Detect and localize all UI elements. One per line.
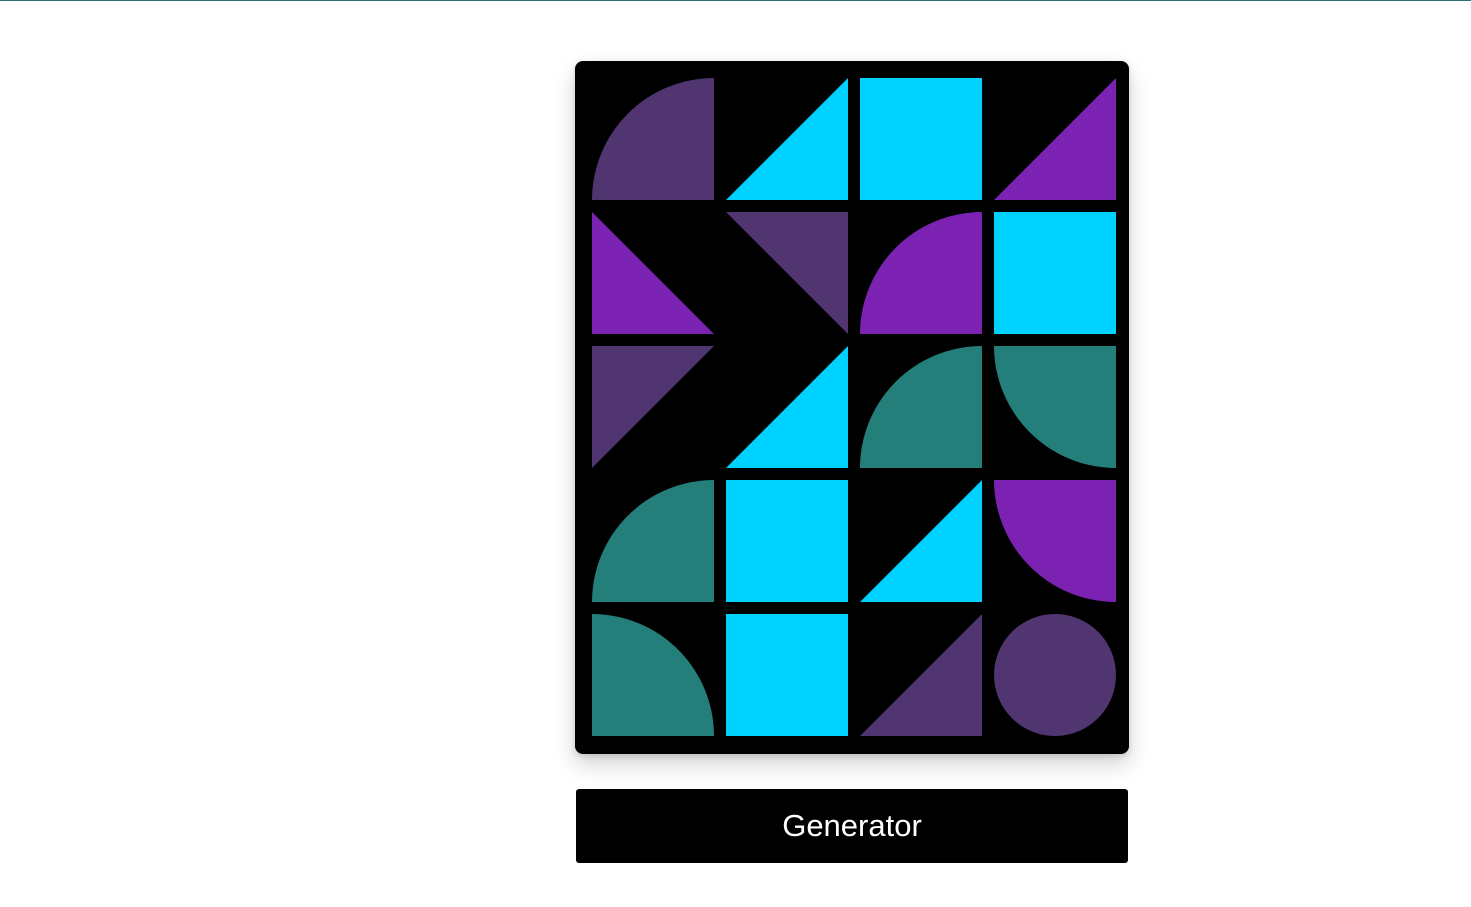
pattern-tile-triangle-top-left <box>592 346 714 468</box>
triangle-bottom-right-shape <box>994 78 1116 200</box>
triangle-bottom-right-shape <box>726 346 848 468</box>
pattern-tile-square <box>726 614 848 736</box>
square-shape <box>726 480 848 602</box>
square-shape <box>726 614 848 736</box>
square-shape <box>994 212 1116 334</box>
pattern-tile-triangle-bottom-right <box>726 346 848 468</box>
pattern-tile-quarter-circle-top-right <box>994 480 1116 602</box>
pattern-tile-triangle-bottom-right <box>860 614 982 736</box>
cyan-square <box>726 480 848 602</box>
pattern-tile-quarter-circle-bottom-right <box>860 346 982 468</box>
pattern-tile-quarter-circle-bottom-left <box>592 614 714 736</box>
pattern-tile-square <box>726 480 848 602</box>
quarter-circle-top-right-shape <box>994 480 1116 602</box>
cyan-triangle-bottom-right <box>726 346 848 468</box>
circle-shape <box>994 614 1116 736</box>
purple-triangle-bottom-left <box>592 212 714 334</box>
pattern-tile-quarter-circle-bottom-right <box>592 480 714 602</box>
plum-quarter-circle-bottom-right <box>592 78 714 200</box>
teal-quarter-circle-bottom-right <box>860 346 982 468</box>
triangle-bottom-right-shape <box>860 614 982 736</box>
pattern-tile-triangle-bottom-right <box>860 480 982 602</box>
triangle-bottom-right-shape <box>860 480 982 602</box>
pattern-tile-triangle-bottom-left <box>592 212 714 334</box>
cyan-square <box>726 614 848 736</box>
cyan-square <box>860 78 982 200</box>
generator-button[interactable]: Generator <box>576 789 1128 863</box>
purple-quarter-circle-bottom-right <box>860 212 982 334</box>
pattern-tile-quarter-circle-bottom-right <box>592 78 714 200</box>
purple-triangle-bottom-right <box>994 78 1116 200</box>
quarter-circle-top-right-shape <box>994 346 1116 468</box>
pattern-tile-triangle-bottom-right <box>726 78 848 200</box>
pattern-tile-quarter-circle-top-right <box>994 346 1116 468</box>
pattern-tile-quarter-circle-bottom-right <box>860 212 982 334</box>
cyan-square <box>994 212 1116 334</box>
quarter-circle-bottom-right-shape <box>860 212 982 334</box>
quarter-circle-bottom-left-shape <box>592 614 714 736</box>
quarter-circle-bottom-right-shape <box>860 346 982 468</box>
pattern-tile-square <box>994 212 1116 334</box>
pattern-board <box>575 61 1129 754</box>
top-border-line <box>0 0 1471 1</box>
purple-quarter-circle-top-right <box>994 480 1116 602</box>
triangle-top-right-shape <box>726 212 848 334</box>
quarter-circle-bottom-right-shape <box>592 78 714 200</box>
pattern-tile-triangle-bottom-right <box>994 78 1116 200</box>
square-shape <box>860 78 982 200</box>
plum-triangle-top-right <box>726 212 848 334</box>
pattern-tile-square <box>860 78 982 200</box>
plum-triangle-bottom-right <box>860 614 982 736</box>
cyan-triangle-bottom-right <box>860 480 982 602</box>
teal-quarter-circle-bottom-left <box>592 614 714 736</box>
teal-quarter-circle-bottom-right <box>592 480 714 602</box>
pattern-tile-circle <box>994 614 1116 736</box>
triangle-bottom-right-shape <box>726 78 848 200</box>
quarter-circle-bottom-right-shape <box>592 480 714 602</box>
cyan-triangle-bottom-right <box>726 78 848 200</box>
pattern-tile-triangle-top-right <box>726 212 848 334</box>
teal-quarter-circle-top-right <box>994 346 1116 468</box>
triangle-bottom-left-shape <box>592 212 714 334</box>
triangle-top-left-shape <box>592 346 714 468</box>
plum-circle <box>994 614 1116 736</box>
plum-triangle-top-left <box>592 346 714 468</box>
